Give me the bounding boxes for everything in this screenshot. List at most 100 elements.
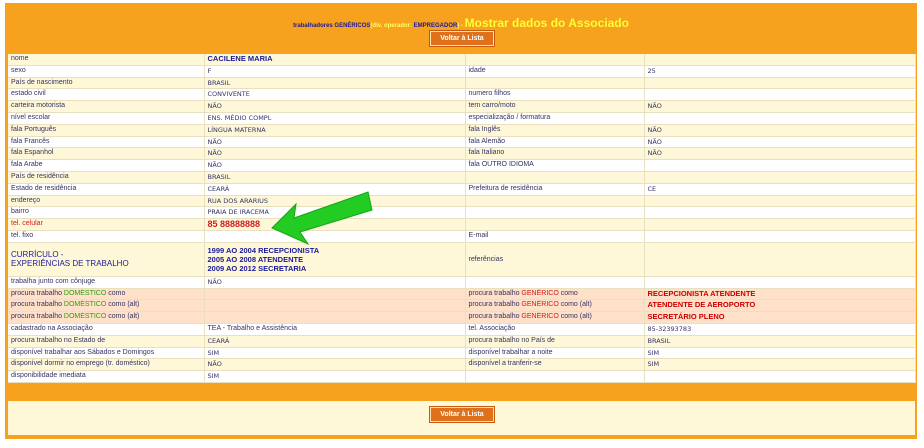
table-row: Estado de residência CEARÁ Prefeitura de… [8,183,916,196]
estado-procura-label: procura trabalho no Estado de [8,335,205,348]
carteira-label: carteira motorista [8,100,205,113]
fala-alemao-label: fala Alemão [465,136,645,149]
nome-value: CACILENE MARIA [204,54,466,66]
header: trabalhadores GENÉRICOS(div. operador: E… [5,3,917,54]
pais-nascimento-label: País de nascimento [8,77,205,90]
generico-text: GENÉRICO [521,301,559,309]
title-prefix: trabalhadores GENÉRICOS [293,23,371,29]
imediata-label: disponibilidade imediata [8,370,205,383]
table-row: procura trabalho DOMÉSTICO como (alt) pr… [8,299,916,313]
table-row: CURRÍCULO - EXPERIÊNCIAS DE TRABALHO 1999… [8,242,916,277]
procura-domestico-alt-label: procura trabalho DOMÉSTICO como (alt) [8,299,205,313]
nivel-escolar-value: ENS. MÉDIO COMPL [204,112,466,125]
table-row: disponível dormir no emprego (tr. domést… [8,358,916,372]
fala-ingles-value: NÃO [644,124,916,137]
como-alt-text: como (alt) [558,301,592,309]
conjuge-value: NÃO [204,276,466,289]
table-row: fala Francês NÃO fala Alemão NÃO [8,136,916,149]
estado-residencia-label: Estado de residência [8,183,205,196]
fala-outro-value [644,159,916,172]
fala-italiano-label: fala Italiano [465,147,645,161]
procura-generico-value: RECEPCIONISTA ATENDENTE [644,288,916,301]
fala-italiano-value: NÃO [644,147,916,161]
table-row: carteira motorista NÃO tem carro/moto NÃ… [8,100,916,113]
bottom-bar: Voltar à Lista [8,401,915,435]
endereco-label: endereço [8,195,205,208]
procura-domestico-alt2-label: procura trabalho DOMÉSTICO como (alt) [8,311,205,324]
domestico-text: DOMÉSTICO [63,289,107,297]
procura-generico-alt2-label: procura trabalho GENÉRICO como (alt) [465,311,645,324]
fala-portugues-value: LÍNGUA MATERNA [204,124,466,137]
procura-text: procura trabalho [468,301,522,309]
nivel-escolar-label: nível escolar [8,112,205,125]
table-row: disponibilidade imediata SIM [8,370,916,383]
back-to-list-button-bottom[interactable]: Voltar à Lista [430,407,494,422]
fala-alemao-value: NÃO [644,136,916,149]
carro-value: NÃO [644,100,916,113]
table-row: trabalha junto com cônjuge NÃO [8,276,916,289]
numero-filhos-label: numero filhos [465,88,645,102]
pais-procura-label: procura trabalho no País de [465,335,645,348]
carteira-value: NÃO [204,100,466,113]
procura-text: procura trabalho [468,313,522,321]
table-row: nome CACILENE MARIA [8,54,916,66]
associate-data-table: nome CACILENE MARIA sexo F idade 25 País… [8,54,916,383]
especializacao-label: especialização / formatura [465,112,645,125]
pais-procura-value: BRASIL [644,335,916,348]
dormir-label: disponível dormir no emprego (tr. domést… [8,358,205,372]
prefeitura-value: CE [644,183,916,196]
table-row: fala Espanhol NÃO fala Italiano NÃO [8,147,916,161]
fala-frances-value: NÃO [204,136,466,149]
operator-close: ) - [457,23,465,29]
estado-civil-label: estado civil [8,88,205,102]
dormir-value: NÃO [204,358,466,372]
procura-domestico-label: procura trabalho DOMÉSTICO como [8,288,205,301]
page-frame: trabalhadores GENÉRICOS(div. operador: E… [5,3,917,439]
estado-civil-value: CONVIVENTE [204,88,466,102]
fala-frances-label: fala Francês [8,136,205,149]
title-main: Mostrar dados do Associado [464,16,629,30]
imediata-value: SIM [204,370,466,383]
pais-nascimento-value: BRASIL [204,77,466,90]
table-row: endereço RUA DOS ARARIUS [8,195,916,208]
table-row: estado civil CONVIVENTE numero filhos [8,88,916,102]
cadastrado-label: cadastrado na Associação [8,323,205,336]
nome-label: nome [8,54,205,66]
como-alt-text: como (alt) [106,301,140,309]
table-row: tel. celular 85 88888888 [8,218,916,231]
fala-espanhol-label: fala Espanhol [8,147,205,161]
fala-espanhol-value: NÃO [204,147,466,161]
curriculo-value-2: 2005 AO 2008 ATENDENTE [207,254,304,264]
procura-generico-alt-value: ATENDENTE DE AEROPORTO [644,299,916,313]
pais-residencia-value: BRASIL [204,171,466,184]
email-value [644,230,916,243]
domestico-text: DOMÉSTICO [63,313,107,321]
noite-label: disponível trabalhar a noite [465,347,645,360]
operator-label: (div. operador: [370,23,414,29]
operator-name: EMPREGADOR [413,23,458,29]
procura-text: procura trabalho [11,313,64,321]
sabados-label: disponível trabalhar aos Sábados e Domin… [8,347,205,360]
idade-label: idade [465,65,645,78]
cadastrado-value: TEA - Trabalho e Assistência [204,323,466,336]
table-row: disponível trabalhar aos Sábados e Domin… [8,347,916,360]
table-row: cadastrado na Associação TEA - Trabalho … [8,323,916,336]
green-arrow-icon [271,191,373,246]
procura-text: procura trabalho [468,289,522,297]
procura-generico-alt2-value: SECRETÁRIO PLENO [644,311,916,324]
estado-procura-value: CEARÁ [204,335,466,348]
table-row: nível escolar ENS. MÉDIO COMPL especiali… [8,112,916,125]
domestico-text: DOMÉSTICO [63,301,107,309]
curriculo-value-3: 2009 AO 2012 SECRETARIA [207,263,307,273]
tel-associacao-value: 85-32393783 [644,323,916,336]
como-text: como [558,289,578,297]
back-to-list-button-top[interactable]: Voltar à Lista [430,31,494,46]
carro-label: tem carro/moto [465,100,645,113]
fala-arabe-label: fala Arabe [8,159,205,172]
table-row: fala Português LÍNGUA MATERNA fala Inglê… [8,124,916,137]
page-title: trabalhadores GENÉRICOS(div. operador: E… [5,14,917,32]
conjuge-label: trabalha junto com cônjuge [8,276,205,289]
tel-fixo-label: tel. fixo [8,230,205,243]
table-row: procura trabalho DOMÉSTICO como procura … [8,288,916,301]
transferir-label: disponível a tranferir-se [465,358,645,372]
